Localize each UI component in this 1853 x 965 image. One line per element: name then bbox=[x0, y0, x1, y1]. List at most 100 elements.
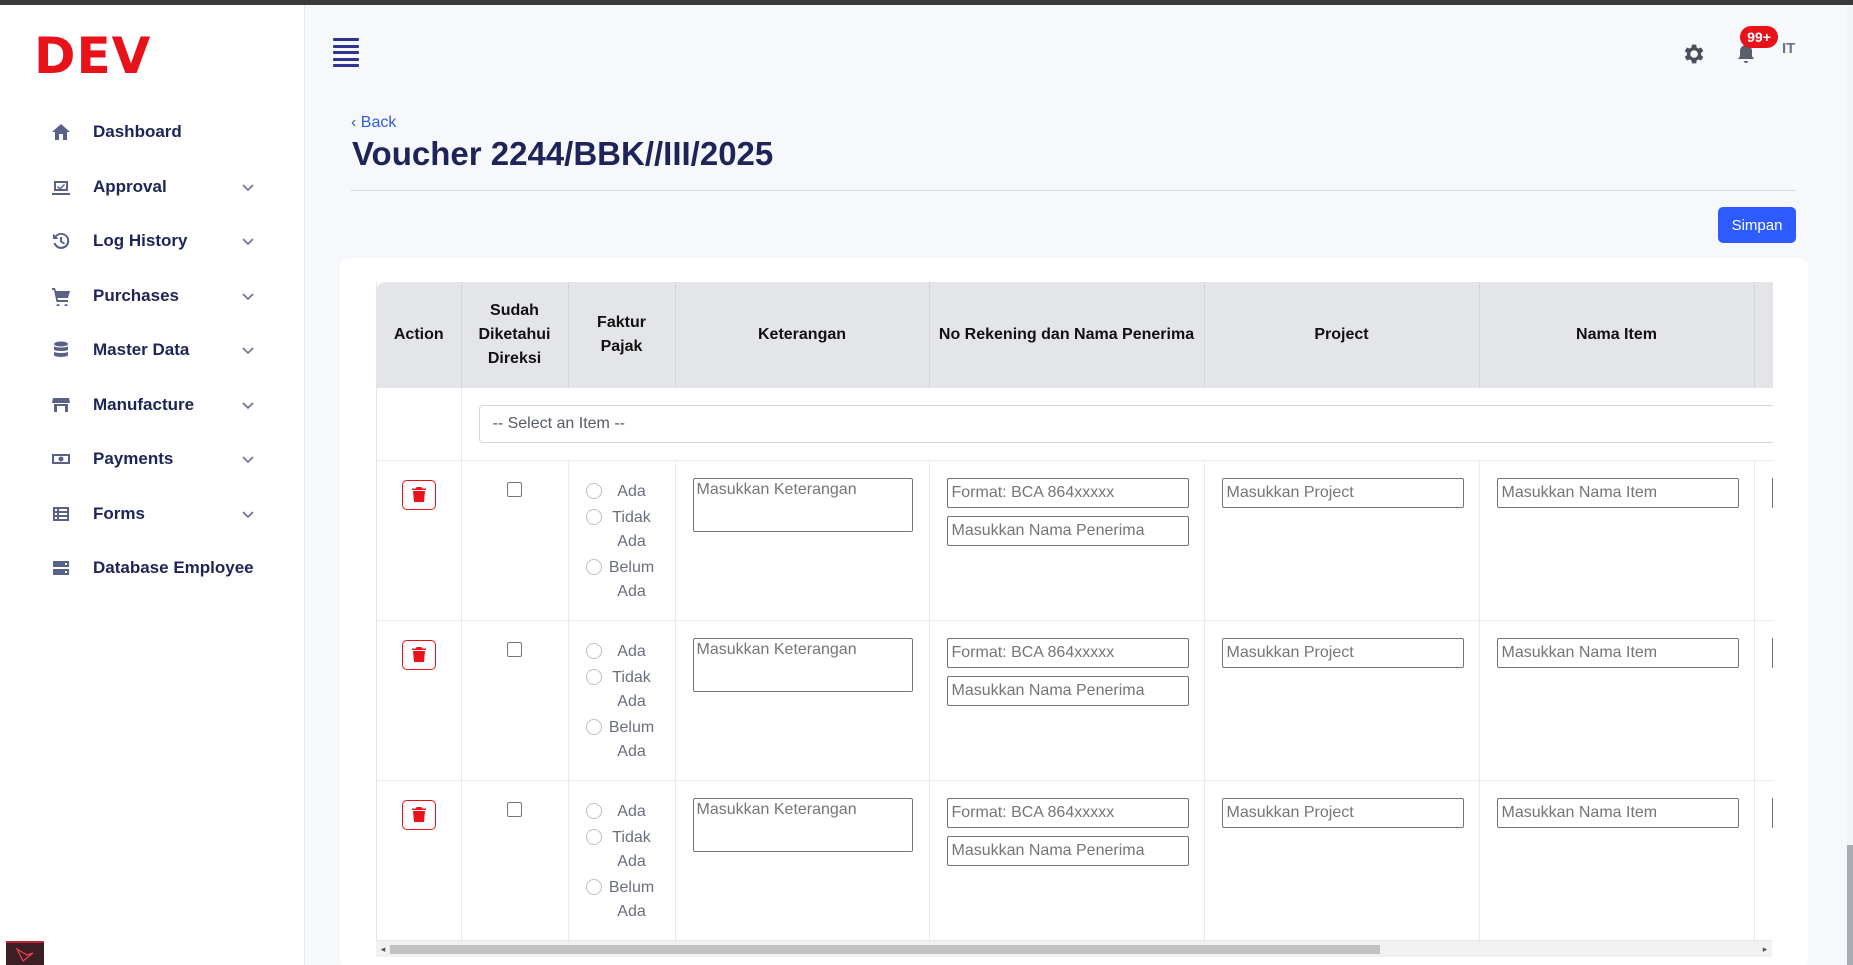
voucher-items-table: Action Sudah Diketahui Direksi Faktur Pa… bbox=[377, 282, 1773, 941]
vertical-scrollbar[interactable] bbox=[1847, 5, 1853, 965]
nama-item-input[interactable] bbox=[1496, 637, 1739, 668]
radio-tidak-ada[interactable]: Tidak Ada bbox=[585, 826, 674, 874]
next-column-input[interactable] bbox=[1771, 797, 1773, 828]
table-cell bbox=[377, 460, 462, 621]
keterangan-textarea[interactable] bbox=[692, 637, 913, 692]
radio-ada[interactable]: Ada bbox=[585, 800, 674, 824]
avatar[interactable]: IT bbox=[1782, 40, 1795, 57]
radio-belum-ada[interactable]: Belum Ada bbox=[585, 556, 674, 604]
save-button[interactable]: Simpan bbox=[1718, 207, 1796, 243]
sidebar-item-forms[interactable]: Forms bbox=[0, 487, 304, 542]
sidebar-item-label: Approval bbox=[93, 176, 167, 196]
column-header-sudah-diketahui: Sudah Diketahui Direksi bbox=[461, 282, 569, 388]
column-header-rekening: No Rekening dan Nama Penerima bbox=[929, 282, 1205, 388]
table-cell bbox=[1754, 620, 1773, 781]
delete-row-button[interactable] bbox=[401, 639, 436, 670]
chevron-down-icon bbox=[242, 235, 254, 247]
penerima-input[interactable] bbox=[946, 675, 1189, 706]
scrollbar-thumb[interactable] bbox=[1847, 845, 1853, 965]
approval-icon bbox=[50, 176, 72, 198]
sudah-diketahui-checkbox[interactable] bbox=[507, 481, 522, 497]
table-cell: -- Select an Item -- bbox=[461, 388, 1773, 461]
table-cell bbox=[675, 620, 930, 781]
project-input[interactable] bbox=[1221, 797, 1464, 828]
sidebar-item-label: Manufacture bbox=[93, 394, 195, 414]
table-cell bbox=[377, 780, 462, 941]
faktur-pajak-radio-group: Ada Tidak Ada Belum Ada bbox=[570, 622, 674, 764]
column-header-project: Project bbox=[1204, 282, 1480, 388]
chevron-down-icon bbox=[242, 453, 254, 465]
penerima-input[interactable] bbox=[946, 835, 1189, 866]
table-cell bbox=[1754, 460, 1773, 621]
delete-row-button[interactable] bbox=[401, 479, 436, 510]
sidebar-item-log-history[interactable]: Log History bbox=[0, 214, 304, 269]
nama-item-input[interactable] bbox=[1496, 477, 1739, 508]
home-icon bbox=[50, 121, 72, 143]
column-header-more bbox=[1754, 282, 1773, 388]
table-cell bbox=[1479, 780, 1755, 941]
sidebar-item-label: Master Data bbox=[93, 340, 190, 360]
radio-belum-ada[interactable]: Belum Ada bbox=[585, 716, 674, 764]
sidebar-item-payments[interactable]: Payments bbox=[0, 432, 304, 487]
scrollbar-thumb[interactable] bbox=[390, 945, 1380, 954]
back-link[interactable]: ‹ Back bbox=[351, 114, 396, 132]
delete-row-button[interactable] bbox=[401, 799, 436, 830]
sidebar-item-purchases[interactable]: Purchases bbox=[0, 269, 304, 324]
chevron-down-icon bbox=[242, 181, 254, 193]
sudah-diketahui-checkbox[interactable] bbox=[507, 641, 522, 657]
table-cell bbox=[1479, 620, 1755, 781]
penerima-input[interactable] bbox=[946, 515, 1189, 546]
sidebar-item-label: Database Employee bbox=[93, 558, 254, 578]
menu-toggle-icon[interactable] bbox=[333, 38, 359, 67]
radio-ada[interactable]: Ada bbox=[585, 640, 674, 664]
rekening-input[interactable] bbox=[946, 477, 1189, 508]
table-cell bbox=[1204, 780, 1480, 941]
table-row: Ada Tidak Ada Belum Ada bbox=[377, 460, 1773, 621]
divider bbox=[351, 190, 1796, 191]
rekening-input[interactable] bbox=[946, 797, 1189, 828]
radio-ada[interactable]: Ada bbox=[585, 480, 674, 504]
sidebar-item-dashboard[interactable]: Dashboard bbox=[0, 105, 304, 160]
money-icon bbox=[50, 448, 72, 470]
table-cell bbox=[1479, 460, 1755, 621]
radio-belum-ada[interactable]: Belum Ada bbox=[585, 876, 674, 924]
next-column-input[interactable] bbox=[1771, 637, 1773, 668]
table-row: Ada Tidak Ada Belum Ada bbox=[377, 620, 1773, 781]
sidebar-item-label: Log History bbox=[93, 231, 188, 251]
table-cell: Ada Tidak Ada Belum Ada bbox=[568, 780, 676, 941]
keterangan-textarea[interactable] bbox=[692, 797, 913, 852]
nama-item-input[interactable] bbox=[1496, 797, 1739, 828]
table-cell bbox=[929, 780, 1205, 941]
rekening-input[interactable] bbox=[946, 637, 1189, 668]
chevron-left-icon: ‹ bbox=[351, 114, 361, 131]
next-column-input[interactable] bbox=[1771, 477, 1773, 508]
table-row: Ada Tidak Ada Belum Ada bbox=[377, 780, 1773, 941]
sidebar-item-master-data[interactable]: Master Data bbox=[0, 323, 304, 378]
sidebar-item-database-employee[interactable]: Database Employee bbox=[0, 541, 304, 596]
horizontal-scrollbar[interactable]: ◂ ▸ bbox=[376, 941, 1772, 957]
chevron-down-icon bbox=[242, 290, 254, 302]
laravel-icon bbox=[6, 941, 44, 965]
scroll-left-icon[interactable]: ◂ bbox=[378, 944, 388, 954]
faktur-pajak-radio-group: Ada Tidak Ada Belum Ada bbox=[570, 462, 674, 604]
radio-tidak-ada[interactable]: Tidak Ada bbox=[585, 666, 674, 714]
project-input[interactable] bbox=[1221, 477, 1464, 508]
table-cell bbox=[377, 620, 462, 781]
page-title: Voucher 2244/BBK//III/2025 bbox=[352, 135, 774, 172]
item-select[interactable]: -- Select an Item -- bbox=[478, 405, 1773, 443]
sudah-diketahui-checkbox[interactable] bbox=[507, 801, 522, 817]
column-header-faktur-pajak: Faktur Pajak bbox=[568, 282, 676, 388]
column-header-keterangan: Keterangan bbox=[675, 282, 930, 388]
scroll-right-icon[interactable]: ▸ bbox=[1760, 944, 1770, 954]
sidebar-item-approval[interactable]: Approval bbox=[0, 160, 304, 215]
radio-tidak-ada[interactable]: Tidak Ada bbox=[585, 506, 674, 554]
table-cell: Ada Tidak Ada Belum Ada bbox=[568, 620, 676, 781]
gear-icon[interactable] bbox=[1680, 41, 1706, 67]
keterangan-textarea[interactable] bbox=[692, 477, 913, 532]
notification-count-badge[interactable]: 99+ bbox=[1740, 26, 1778, 48]
table-cell bbox=[1754, 780, 1773, 941]
back-label: Back bbox=[360, 114, 397, 131]
table-cell bbox=[461, 620, 569, 781]
project-input[interactable] bbox=[1221, 637, 1464, 668]
sidebar-item-manufacture[interactable]: Manufacture bbox=[0, 378, 304, 433]
